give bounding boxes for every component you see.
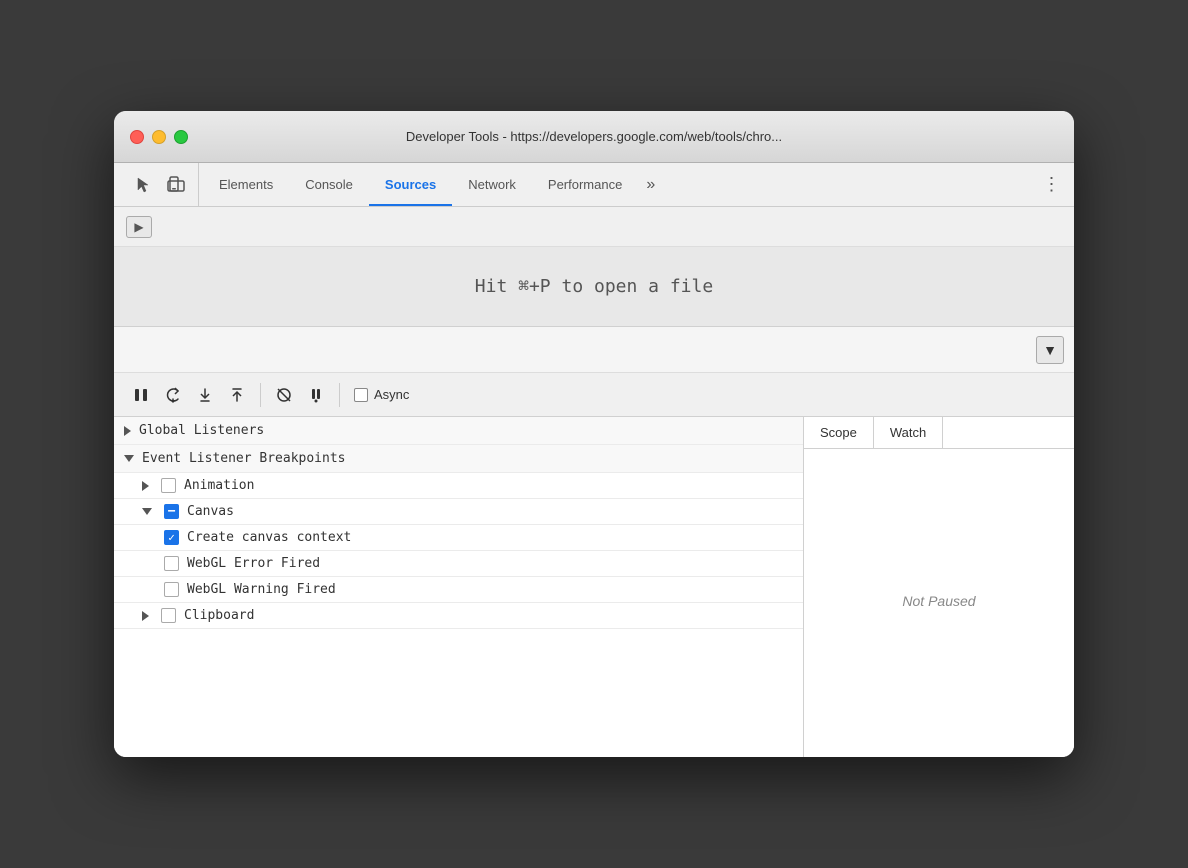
clipboard-item[interactable]: Clipboard: [114, 603, 803, 629]
breakpoint-header: ▼: [114, 327, 1074, 373]
cursor-icon[interactable]: [130, 171, 158, 199]
async-container: Async: [354, 387, 409, 402]
step-out-button[interactable]: [222, 381, 252, 409]
more-tabs-button[interactable]: »: [638, 176, 663, 194]
file-hint-text: Hit ⌘+P to open a file: [475, 276, 713, 297]
global-listeners-label: Global Listeners: [139, 423, 264, 438]
async-label: Async: [374, 387, 409, 402]
tab-menu-button[interactable]: ⋮: [1038, 171, 1066, 199]
clipboard-triangle-icon: [142, 611, 149, 621]
pause-resume-button[interactable]: [126, 381, 156, 409]
content-area: ▶ Hit ⌘+P to open a file ▼: [114, 207, 1074, 757]
create-canvas-context-checkbox[interactable]: ✓: [164, 530, 179, 545]
tabs: Elements Console Sources Network Perform…: [203, 163, 1038, 206]
webgl-error-label: WebGL Error Fired: [187, 556, 320, 571]
tab-sources[interactable]: Sources: [369, 163, 452, 206]
title-bar: Developer Tools - https://developers.goo…: [114, 111, 1074, 163]
sidebar-toggle-button[interactable]: ▶: [126, 216, 152, 238]
toolbar-icons: [122, 163, 199, 206]
traffic-lights: [130, 130, 188, 144]
step-into-button[interactable]: [190, 381, 220, 409]
canvas-checkbox[interactable]: −: [164, 504, 179, 519]
event-listener-breakpoints-section[interactable]: Event Listener Breakpoints: [114, 445, 803, 473]
watch-tab[interactable]: Watch: [874, 417, 943, 448]
toolbar-separator-2: [339, 383, 340, 407]
left-panel: Global Listeners Event Listener Breakpoi…: [114, 417, 804, 757]
minimize-button[interactable]: [152, 130, 166, 144]
close-button[interactable]: [130, 130, 144, 144]
animation-item[interactable]: Animation: [114, 473, 803, 499]
create-canvas-context-label: Create canvas context: [187, 530, 351, 545]
canvas-label: Canvas: [187, 504, 234, 519]
checkmark-icon: ✓: [168, 532, 175, 543]
webgl-error-item[interactable]: WebGL Error Fired: [114, 551, 803, 577]
create-canvas-context-item[interactable]: ✓ Create canvas context: [114, 525, 803, 551]
global-listeners-section[interactable]: Global Listeners: [114, 417, 803, 445]
sidebar-toggle-icon: ▶: [134, 220, 143, 234]
right-panel: Scope Watch Not Paused: [804, 417, 1074, 757]
tab-console[interactable]: Console: [289, 163, 369, 206]
triangle-right-icon: [124, 426, 131, 436]
scope-tab[interactable]: Scope: [804, 417, 874, 448]
sidebar-toggle-row: ▶: [114, 207, 1074, 247]
not-paused-text: Not Paused: [804, 449, 1074, 753]
step-over-button[interactable]: [158, 381, 188, 409]
tab-bar: Elements Console Sources Network Perform…: [114, 163, 1074, 207]
animation-checkbox[interactable]: [161, 478, 176, 493]
animation-label: Animation: [184, 478, 254, 493]
canvas-item[interactable]: − Canvas: [114, 499, 803, 525]
indeterminate-mark: −: [168, 505, 176, 518]
main-panel: Global Listeners Event Listener Breakpoi…: [114, 417, 1074, 757]
devtools-window: Developer Tools - https://developers.goo…: [114, 111, 1074, 757]
scope-watch-tabs: Scope Watch: [804, 417, 1074, 449]
tab-elements[interactable]: Elements: [203, 163, 289, 206]
canvas-triangle-icon: [142, 508, 152, 515]
mobile-icon[interactable]: [162, 171, 190, 199]
event-listener-breakpoints-label: Event Listener Breakpoints: [142, 451, 346, 466]
animation-triangle-icon: [142, 481, 149, 491]
tab-performance[interactable]: Performance: [532, 163, 638, 206]
clipboard-label: Clipboard: [184, 608, 254, 623]
deactivate-breakpoints-button[interactable]: [269, 381, 299, 409]
triangle-down-icon: [124, 455, 134, 462]
dropdown-arrow-icon: ▼: [1043, 342, 1057, 358]
webgl-warning-checkbox[interactable]: [164, 582, 179, 597]
debug-toolbar: Async: [114, 373, 1074, 417]
clipboard-checkbox[interactable]: [161, 608, 176, 623]
window-title: Developer Tools - https://developers.goo…: [406, 129, 782, 144]
pause-on-exceptions-button[interactable]: [301, 381, 331, 409]
file-hint-area: Hit ⌘+P to open a file: [114, 247, 1074, 327]
async-checkbox[interactable]: [354, 388, 368, 402]
maximize-button[interactable]: [174, 130, 188, 144]
webgl-warning-item[interactable]: WebGL Warning Fired: [114, 577, 803, 603]
breakpoint-dropdown-button[interactable]: ▼: [1036, 336, 1064, 364]
webgl-error-checkbox[interactable]: [164, 556, 179, 571]
toolbar-separator-1: [260, 383, 261, 407]
webgl-warning-label: WebGL Warning Fired: [187, 582, 336, 597]
tab-network[interactable]: Network: [452, 163, 532, 206]
